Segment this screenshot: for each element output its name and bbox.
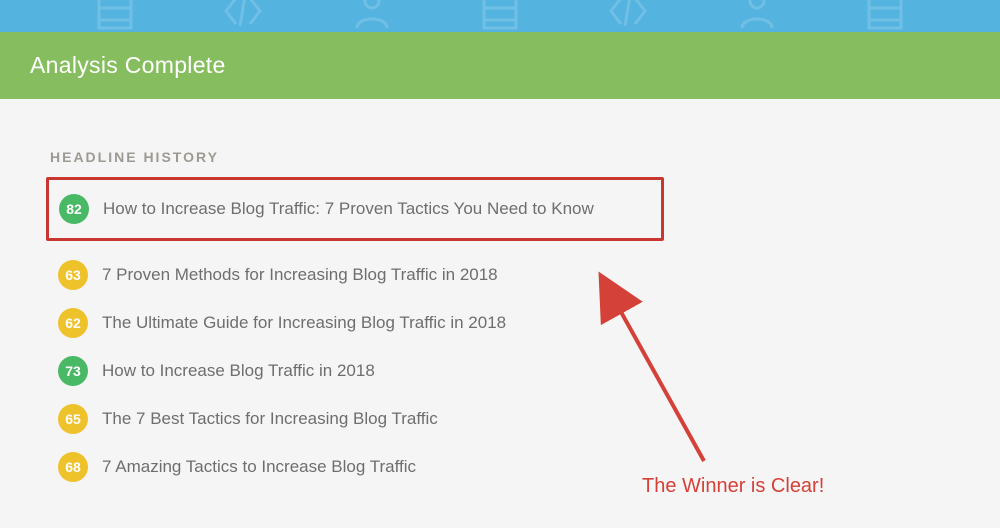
code-brackets-icon [218,0,268,32]
headline-text: The 7 Best Tactics for Increasing Blog T… [102,409,438,429]
score-badge: 63 [58,260,88,290]
content-area: HEADLINE HISTORY 82 How to Increase Blog… [0,99,1000,491]
status-text: Analysis Complete [30,52,226,78]
building-icon [860,0,910,32]
section-heading: HEADLINE HISTORY [50,149,950,165]
headline-history-item[interactable]: 65 The 7 Best Tactics for Increasing Blo… [50,395,950,443]
score-badge: 68 [58,452,88,482]
score-badge: 62 [58,308,88,338]
score-badge: 82 [59,194,89,224]
headline-history-item[interactable]: 63 7 Proven Methods for Increasing Blog … [50,251,950,299]
headline-history-item[interactable]: 68 7 Amazing Tactics to Increase Blog Tr… [50,443,950,491]
top-decorative-bar [0,0,1000,32]
headline-history-list: 82 How to Increase Blog Traffic: 7 Prove… [50,179,950,491]
headline-text: 7 Proven Methods for Increasing Blog Tra… [102,265,498,285]
headline-text: 7 Amazing Tactics to Increase Blog Traff… [102,457,416,477]
score-badge: 65 [58,404,88,434]
headline-text: The Ultimate Guide for Increasing Blog T… [102,313,506,333]
headline-history-item[interactable]: 82 How to Increase Blog Traffic: 7 Prove… [46,177,664,241]
status-banner: Analysis Complete [0,32,1000,99]
people-icon [732,0,782,32]
headline-history-item[interactable]: 73 How to Increase Blog Traffic in 2018 [50,347,950,395]
building-icon [90,0,140,32]
headline-text: How to Increase Blog Traffic: 7 Proven T… [103,199,594,219]
score-badge: 73 [58,356,88,386]
headline-text: How to Increase Blog Traffic in 2018 [102,361,375,381]
people-icon [347,0,397,32]
code-brackets-icon [603,0,653,32]
headline-history-item[interactable]: 62 The Ultimate Guide for Increasing Blo… [50,299,950,347]
building-icon [475,0,525,32]
